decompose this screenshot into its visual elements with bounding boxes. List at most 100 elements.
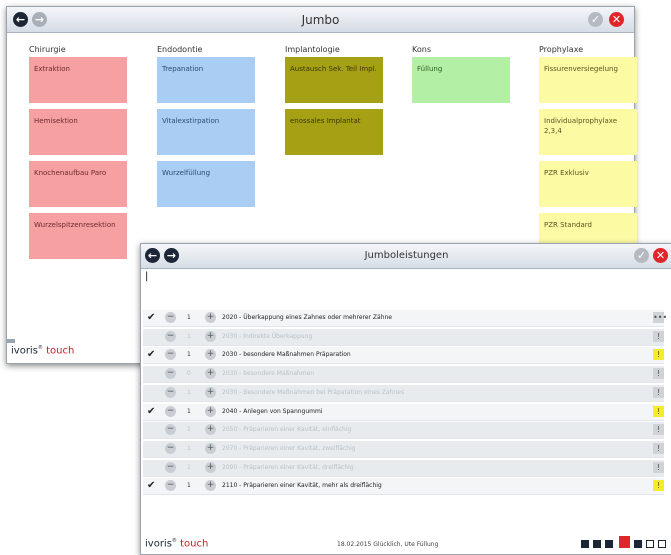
tile-austausch-sek-teil[interactable]: Austausch Sek. Teil Impl. xyxy=(285,57,383,103)
category-chirurgie: Chirurgie xyxy=(29,45,66,54)
tile-wurzelspitzenresektion[interactable]: Wurzelspitzenresektion xyxy=(29,213,127,259)
warning-icon[interactable]: ! xyxy=(653,424,664,436)
check-icon[interactable]: ✔ xyxy=(147,406,155,417)
tile-individualprophylaxe[interactable]: Individualprophylaxe 2,3,4 xyxy=(539,109,637,155)
plus-icon[interactable]: + xyxy=(205,330,216,342)
quantity-value: 1 xyxy=(187,351,191,359)
plus-icon[interactable]: + xyxy=(205,461,216,473)
close-icon[interactable]: ✕ xyxy=(653,248,668,263)
category-prophylaxe: Prophylaxe xyxy=(539,45,584,54)
service-label: 2030 - Besondere Maßnahmen bei Präparati… xyxy=(222,388,405,396)
search-input[interactable]: | xyxy=(145,271,665,303)
page-indicator[interactable] xyxy=(605,540,613,548)
minus-icon[interactable]: − xyxy=(165,312,176,323)
service-label: 2030 - besondere Maßnahmen xyxy=(222,370,315,378)
quantity-value: 0 xyxy=(187,370,191,378)
category-implantologie: Implantologie xyxy=(285,45,340,54)
minus-icon[interactable]: − xyxy=(165,386,176,398)
warning-icon[interactable]: ! xyxy=(653,330,664,342)
service-label: 2020 - Überkappung eines Zahnes oder meh… xyxy=(222,314,392,321)
brand-logo: ivoris® touch xyxy=(145,538,209,550)
quantity-value: 1 xyxy=(187,314,191,321)
tile-trepanation[interactable]: Trepanation xyxy=(157,57,255,103)
scroll-indicator[interactable] xyxy=(7,339,15,343)
warning-icon[interactable]: ! xyxy=(653,368,664,380)
tile-extraktion[interactable]: Extraktion xyxy=(29,57,127,103)
jumbo-title: Jumbo xyxy=(301,13,340,27)
plus-icon[interactable]: + xyxy=(205,312,216,323)
leistungen-title: Jumboleistungen xyxy=(364,250,449,261)
table-row[interactable]: − 1 +2090 - Präparieren einer Kavität, dre… xyxy=(143,459,664,477)
minus-icon[interactable]: − xyxy=(165,424,176,436)
table-row[interactable]: ✔ − 1 +2040 - Anlegen von Spanngummi! xyxy=(143,403,664,421)
plus-icon[interactable]: + xyxy=(205,386,216,398)
minus-icon[interactable]: − xyxy=(165,480,176,492)
check-icon[interactable]: ✔ xyxy=(147,480,155,491)
page-indicator[interactable] xyxy=(593,540,601,548)
confirm-check-icon[interactable]: ✓ xyxy=(634,248,649,263)
tile-knochenaufbau[interactable]: Knochenaufbau Paro xyxy=(29,161,127,207)
table-row[interactable]: − 1 +2030 - Besondere Maßnahmen bei Präpar… xyxy=(143,384,664,402)
minus-icon[interactable]: − xyxy=(165,442,176,454)
table-row[interactable]: − 1 +2070 - Präparieren einer Kavität, zwe… xyxy=(143,440,664,458)
tile-wurzelfuellung[interactable]: Wurzelfüllung xyxy=(157,161,255,207)
warning-icon[interactable]: ! xyxy=(653,386,664,398)
warning-icon[interactable]: ! xyxy=(653,405,664,417)
table-row[interactable]: ✔ − 1 +2110 - Präparieren einer Kavität, me… xyxy=(143,478,664,496)
tile-pzr-exklusiv[interactable]: PZR Exklusiv xyxy=(539,161,637,207)
tile-fissurenversiegelung[interactable]: Fissurenversiegelung xyxy=(539,57,637,103)
jumboleistungen-window: ← → Jumboleistungen ✓ ✕ | ✔ −1 +2020 - Übe… xyxy=(140,243,671,555)
tile-enossales-implantat[interactable]: enossales Implantat xyxy=(285,109,383,155)
plus-icon[interactable]: + xyxy=(205,368,216,380)
status-text: 18.02.2015 Glücklich, Ute Füllung xyxy=(337,541,439,548)
quantity-value: 1 xyxy=(187,388,191,396)
page-indicator-active[interactable] xyxy=(619,536,630,548)
service-label: 2070 - Präparieren einer Kavität, zweifl… xyxy=(222,444,356,452)
tile-vitalexstirpation[interactable]: Vitalexstirpation xyxy=(157,109,255,155)
minus-icon[interactable]: − xyxy=(165,405,176,417)
minus-icon[interactable]: − xyxy=(165,461,176,473)
check-icon[interactable]: ✔ xyxy=(147,349,155,360)
table-row[interactable]: − 1 +2050 - Präparieren einer Kavität, ein… xyxy=(143,422,664,440)
quantity-value: 1 xyxy=(187,332,191,340)
tile-hemisektion[interactable]: Hemisektion xyxy=(29,109,127,155)
service-label: 2050 - Präparieren einer Kavität, einflä… xyxy=(222,426,352,434)
service-label: 2030 - Indirekte Überkappung xyxy=(222,332,313,340)
quantity-value: 1 xyxy=(187,444,191,452)
category-endodontie: Endodontie xyxy=(157,45,203,54)
brand-logo: ivoris® touch xyxy=(11,345,75,357)
page-indicator[interactable] xyxy=(646,540,654,548)
table-row[interactable]: − 0 +2030 - besondere Maßnahmen! xyxy=(143,366,664,384)
service-label: 2090 - Präparieren einer Kavität, dreifl… xyxy=(222,463,354,471)
warning-icon[interactable]: ! xyxy=(653,480,664,492)
service-label: 2110 - Präparieren einer Kavität, mehr a… xyxy=(222,482,382,490)
page-indicator[interactable] xyxy=(634,540,642,548)
plus-icon[interactable]: + xyxy=(205,480,216,492)
minus-icon[interactable]: − xyxy=(165,368,176,380)
quantity-value: 1 xyxy=(187,426,191,434)
minus-icon[interactable]: − xyxy=(165,330,176,342)
tile-fuellung[interactable]: Füllung xyxy=(412,57,510,103)
service-label: 2040 - Anlegen von Spanngummi xyxy=(222,407,323,415)
plus-icon[interactable]: + xyxy=(205,405,216,417)
warning-icon[interactable]: ! xyxy=(653,461,664,473)
jumbo-titlebar: ← → Jumbo ✓ ✕ xyxy=(7,7,634,33)
plus-icon[interactable]: + xyxy=(205,442,216,454)
table-row[interactable]: − 1 +2030 - Indirekte Überkappung! xyxy=(143,328,664,346)
quantity-value: 1 xyxy=(187,407,191,415)
close-icon[interactable]: ✕ xyxy=(609,12,624,27)
page-indicator[interactable] xyxy=(658,540,666,548)
check-icon[interactable]: ✔ xyxy=(147,312,155,323)
more-icon[interactable]: ••• xyxy=(653,312,667,323)
table-row[interactable]: ✔ − 1 +2020 - Überkappung eines Zahnes oder… xyxy=(143,310,667,327)
plus-icon[interactable]: + xyxy=(205,424,216,436)
page-indicator[interactable] xyxy=(581,540,589,548)
plus-icon[interactable]: + xyxy=(205,349,216,361)
minus-icon[interactable]: − xyxy=(165,349,176,361)
warning-icon[interactable]: ! xyxy=(653,442,664,454)
quantity-value: 1 xyxy=(187,463,191,471)
warning-icon[interactable]: ! xyxy=(653,349,664,361)
table-row[interactable]: ✔ − 1 +2030 - besondere Maßnahmen Präparati… xyxy=(143,347,664,365)
confirm-check-icon[interactable]: ✓ xyxy=(588,12,603,27)
service-label: 2030 - besondere Maßnahmen Präparation xyxy=(222,351,351,359)
